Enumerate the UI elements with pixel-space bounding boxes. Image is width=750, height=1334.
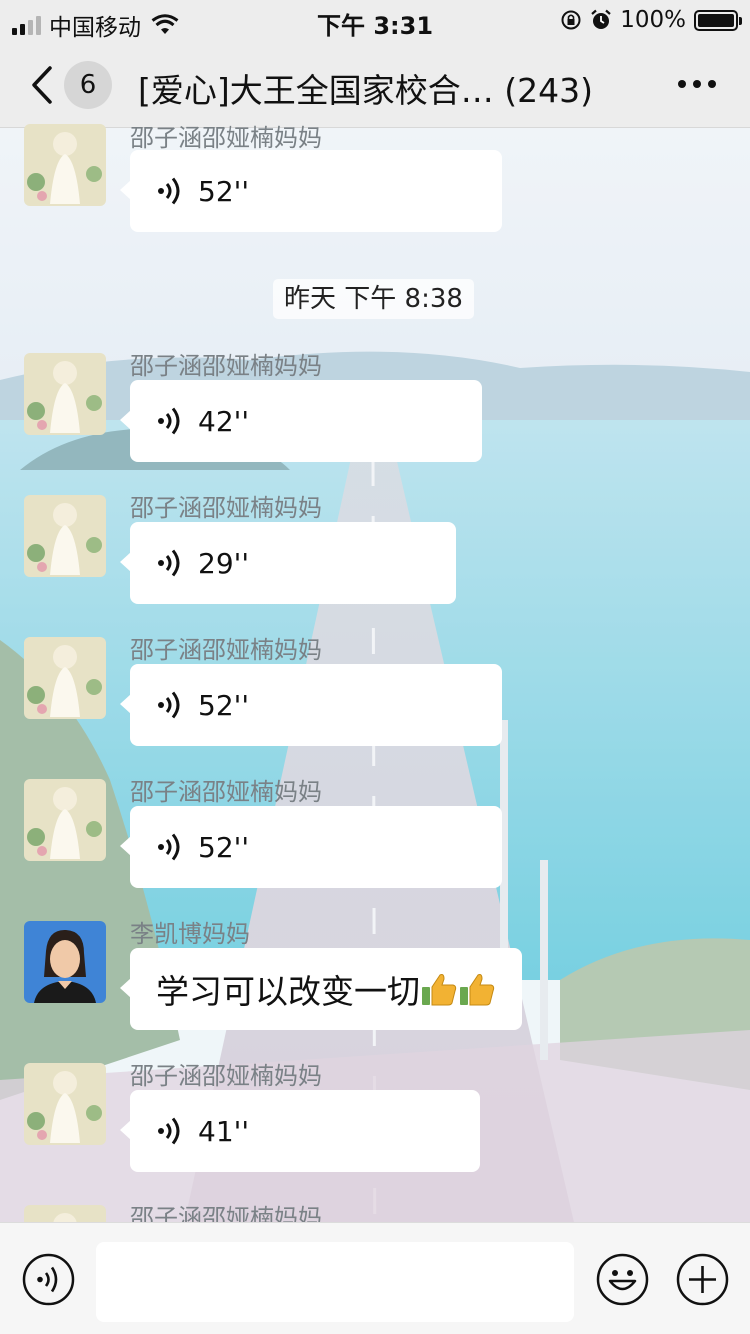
voice-duration: 29'' <box>198 546 250 580</box>
avatar[interactable] <box>24 353 106 435</box>
voice-duration: 52'' <box>198 688 250 722</box>
chevron-left-icon[interactable] <box>28 64 56 106</box>
voice-duration: 52'' <box>198 830 250 864</box>
message-input[interactable] <box>96 1242 574 1322</box>
avatar[interactable] <box>24 495 106 577</box>
voice-message-bubble[interactable]: 52'' <box>120 664 502 746</box>
unread-count-badge[interactable]: 6 <box>64 61 112 109</box>
avatar[interactable] <box>24 124 106 206</box>
plus-circle-icon[interactable] <box>676 1253 729 1306</box>
voice-message-bubble[interactable]: 52'' <box>120 806 502 888</box>
voice-input-icon[interactable] <box>22 1253 75 1306</box>
avatar[interactable] <box>24 637 106 719</box>
battery-icon <box>694 9 742 31</box>
sender-name: 邵子涵邵娅楠妈妈 <box>130 124 322 152</box>
voice-duration: 52'' <box>198 174 250 208</box>
smiley-icon[interactable] <box>596 1253 649 1306</box>
input-bar <box>0 1222 750 1334</box>
sender-name: 邵子涵邵娅楠妈妈 <box>130 1062 322 1090</box>
voice-wave-icon <box>158 1117 180 1145</box>
message-text: 学习可以改变一切 <box>156 972 420 1011</box>
timestamp-separator: 昨天 下午 8:38 <box>273 279 474 319</box>
voice-wave-icon <box>158 177 180 205</box>
avatar[interactable] <box>24 779 106 861</box>
chat-header: 6 [爱心]大王全国家校合… (243) <box>0 42 750 128</box>
thumbs-up-icon <box>460 974 495 1006</box>
avatar[interactable] <box>24 921 106 1003</box>
thumbs-up-icon <box>422 974 457 1006</box>
voice-wave-icon <box>158 691 180 719</box>
orientation-lock-icon <box>561 10 581 30</box>
voice-message-bubble[interactable]: 29'' <box>120 522 456 604</box>
sender-name: 邵子涵邵娅楠妈妈 <box>130 352 322 380</box>
voice-duration: 41'' <box>198 1114 250 1148</box>
voice-duration: 42'' <box>198 404 250 438</box>
avatar[interactable] <box>24 1063 106 1145</box>
voice-message-bubble[interactable]: 52'' <box>120 150 502 232</box>
alarm-icon <box>591 9 611 29</box>
text-message-bubble[interactable]: 学习可以改变一切 <box>120 948 522 1030</box>
sender-name: 李凯博妈妈 <box>130 920 250 948</box>
sender-name: 邵子涵邵娅楠妈妈 <box>130 636 322 664</box>
chat-title: [爱心]大王全国家校合… (243) <box>138 71 593 110</box>
sender-name: 邵子涵邵娅楠妈妈 <box>130 494 322 522</box>
voice-wave-icon <box>158 407 180 435</box>
voice-message-bubble[interactable]: 41'' <box>120 1090 480 1172</box>
voice-message-bubble[interactable]: 42'' <box>120 380 482 462</box>
battery-percent: 100% <box>620 7 686 33</box>
status-bar: 中国移动 下午 3:31 100% <box>0 0 750 42</box>
voice-wave-icon <box>158 549 180 577</box>
sender-name: 邵子涵邵娅楠妈妈 <box>130 778 322 806</box>
voice-wave-icon <box>158 833 180 861</box>
more-dots-icon[interactable] <box>678 80 716 88</box>
